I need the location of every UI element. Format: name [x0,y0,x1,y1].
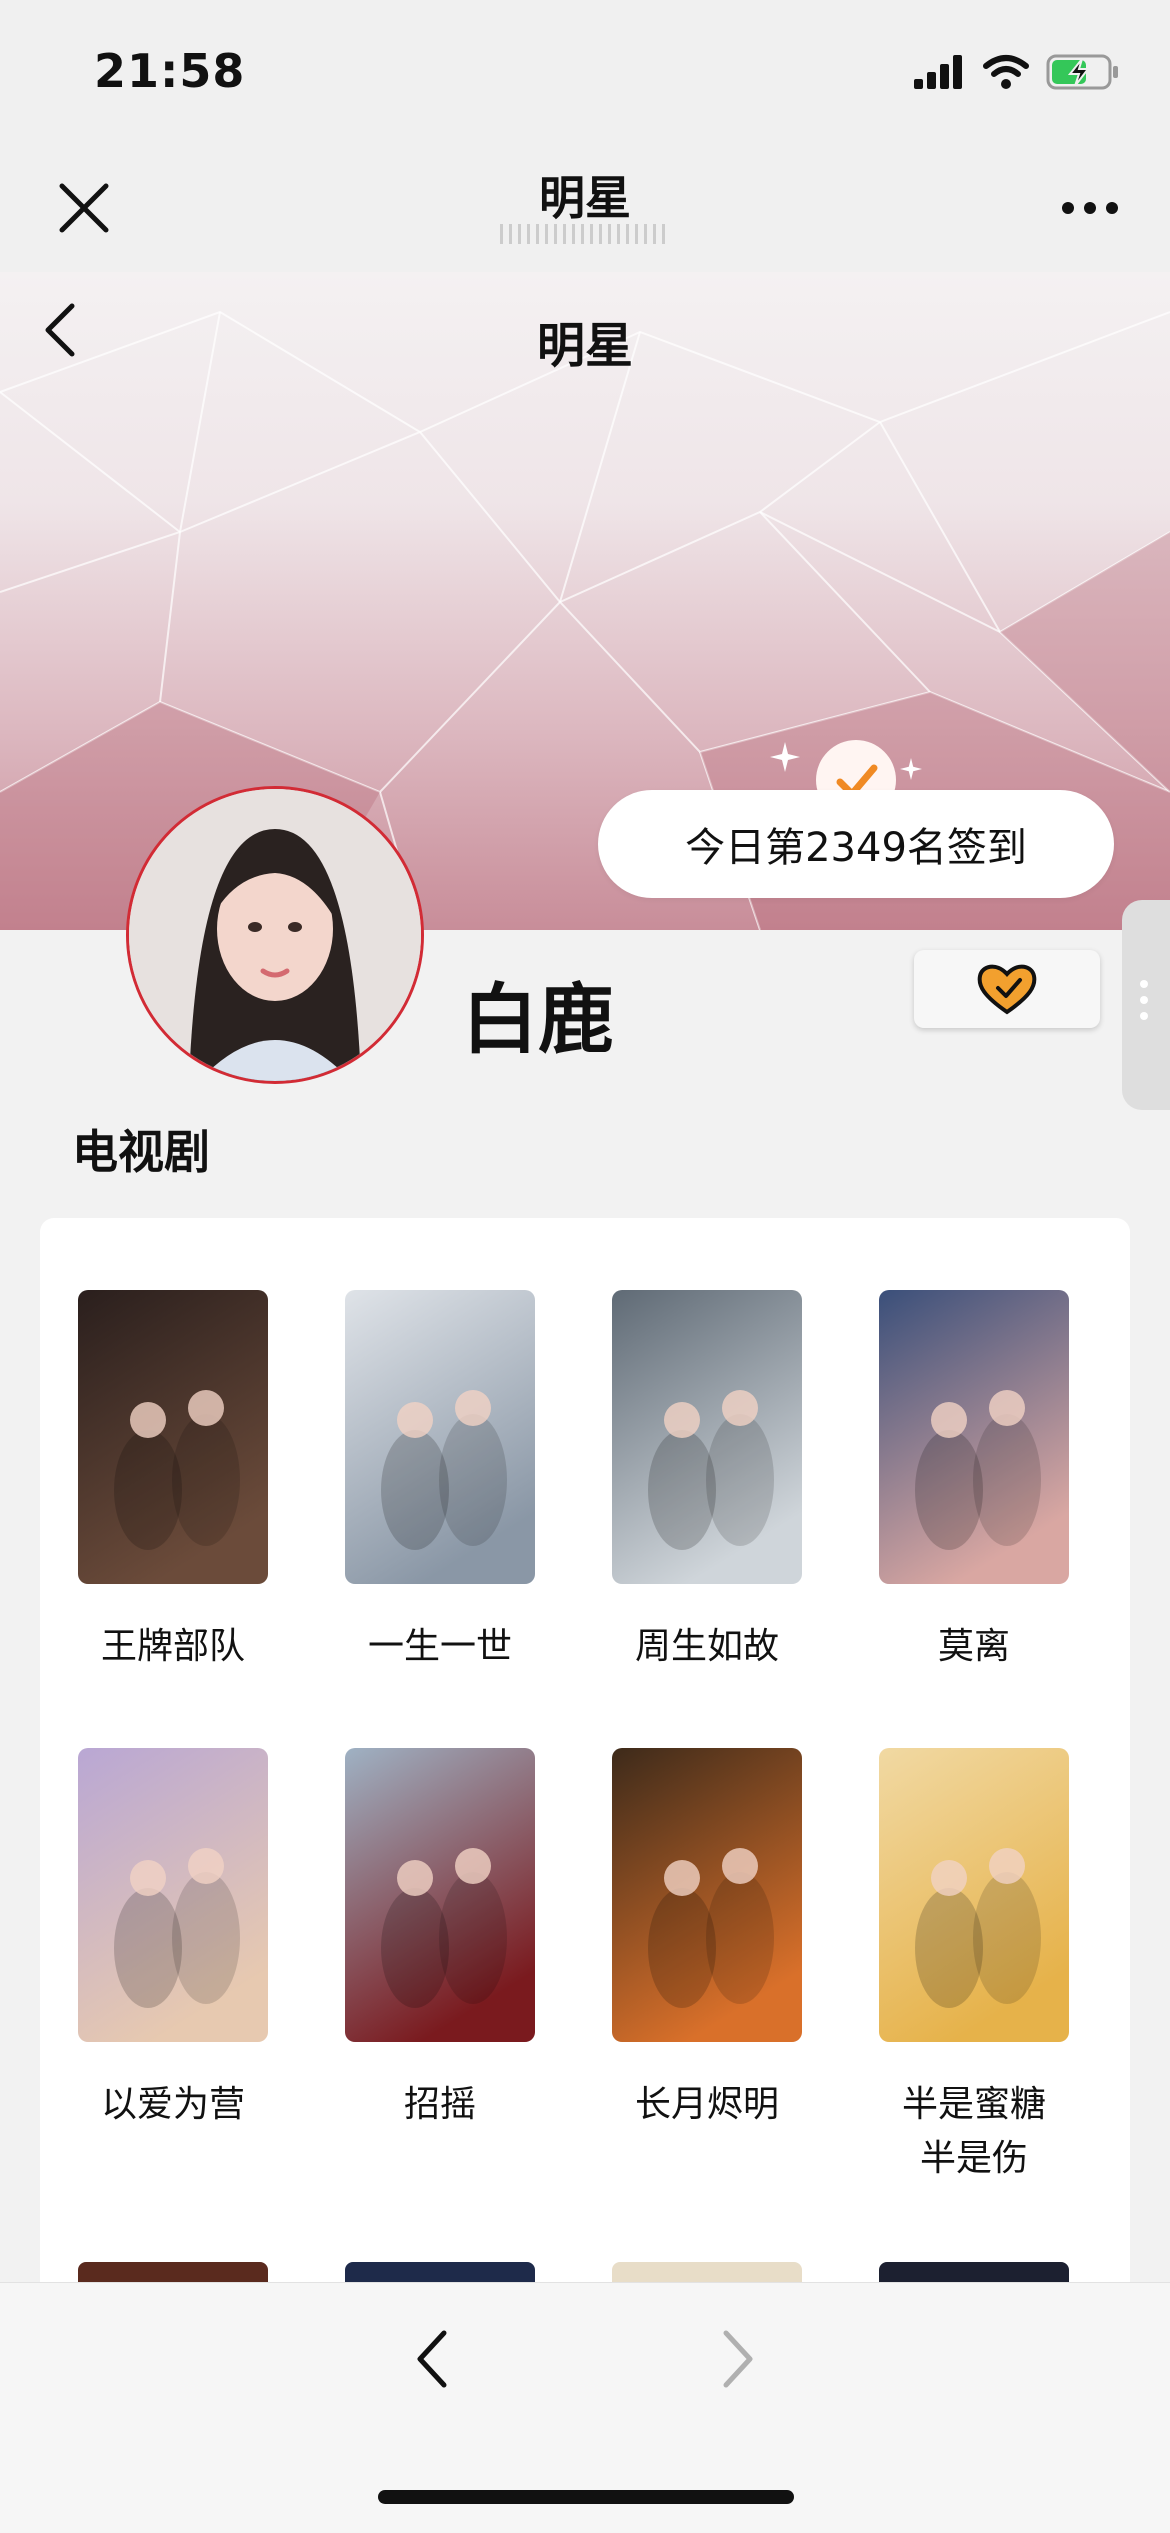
drama-item[interactable]: 长月烬明 [612,1748,802,2132]
poster-peek [78,2262,268,2282]
status-time: 21:58 [94,44,246,98]
drama-title: 半是蜜糖半是伤 [901,2084,1046,2179]
section-title: 电视剧 [72,1125,210,1179]
drama-item[interactable]: 以爱为营 [78,1748,268,2132]
drama-poster[interactable] [612,1290,802,1584]
avatar[interactable] [126,786,424,1084]
drama-title: 一生一世 [367,1626,512,1667]
top-nav: 明星 [0,140,1170,272]
drama-title: 莫离 [937,1626,1010,1667]
chevron-right-icon[interactable] [718,2327,758,2391]
top-nav-subtitle-blur [500,224,670,244]
drama-title: 长月烬明 [634,2084,779,2125]
drama-item[interactable]: 莫离 [879,1290,1069,1674]
top-nav-title: 明星 [539,171,631,225]
star-name: 白鹿 [462,975,614,1064]
drama-poster[interactable] [345,1290,535,1584]
sparkle-icon [900,758,922,780]
drama-poster[interactable] [78,1290,268,1584]
favorite-button[interactable] [914,950,1100,1028]
heart-check-icon [977,964,1037,1015]
drama-poster[interactable] [879,1748,1069,2042]
poster-peek [879,2262,1069,2282]
drama-item[interactable]: 一生一世 [345,1290,535,1674]
poster-peek [345,2262,535,2282]
side-handle[interactable] [1122,900,1170,1110]
chevron-left-icon[interactable] [412,2327,452,2391]
signal-icon [914,55,962,89]
drama-item[interactable]: 王牌部队 [78,1290,268,1674]
battery-charging-icon [1046,54,1118,90]
drama-poster[interactable] [612,1748,802,2042]
drama-title: 以爱为营 [100,2084,245,2125]
avatar-portrait [129,789,421,1081]
drama-item[interactable]: 招摇 [345,1748,535,2132]
page-title: 明星 [536,318,633,374]
drama-title: 招摇 [403,2084,476,2125]
more-icon[interactable] [1060,196,1120,220]
home-indicator [378,2490,794,2504]
poster-peek [612,2262,802,2282]
status-bar: 21:58 [0,0,1170,140]
drama-item[interactable]: 半是蜜糖半是伤 [879,1748,1069,2186]
drama-poster[interactable] [345,1748,535,2042]
drama-poster[interactable] [879,1290,1069,1584]
drama-item[interactable]: 周生如故 [612,1290,802,1674]
drama-title: 王牌部队 [100,1626,245,1667]
wifi-icon [983,55,1029,89]
drama-title: 周生如故 [634,1626,779,1667]
checkin-pill[interactable]: 今日第2349名签到 [598,790,1114,898]
sparkle-icon [770,742,800,772]
status-icons [914,52,1120,92]
drama-poster[interactable] [78,1748,268,2042]
